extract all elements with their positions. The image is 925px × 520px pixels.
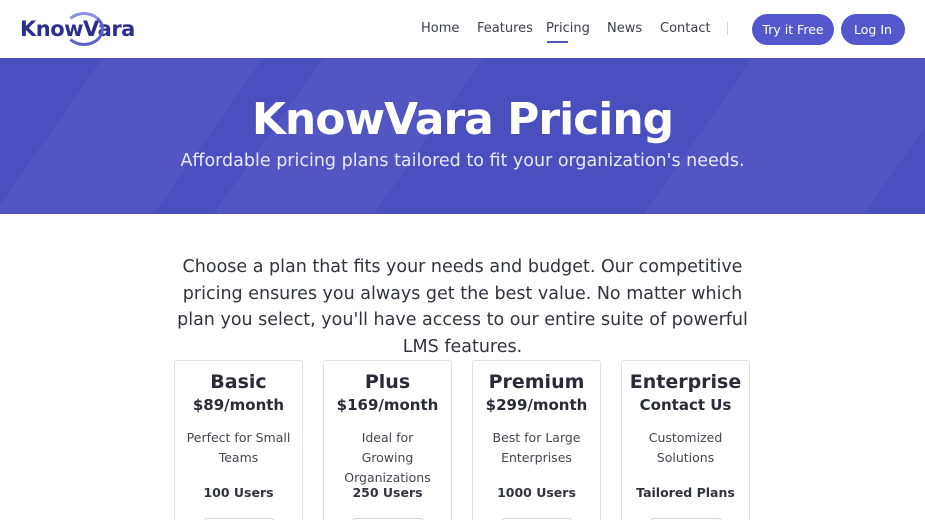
plan-users: 1000 Users	[497, 485, 576, 500]
site-header: KnowVara Home Features Pricing News Cont…	[0, 0, 925, 58]
plan-card-premium: Premium $299/month Best for Large Enterp…	[472, 360, 601, 520]
login-button[interactable]: Log In	[841, 14, 905, 45]
plan-name: Basic	[210, 371, 267, 393]
plan-price: $169/month	[336, 396, 439, 414]
plan-price: Contact Us	[639, 396, 732, 414]
logo[interactable]: KnowVara	[20, 12, 135, 46]
page-subtitle: Affordable pricing plans tailored to fit…	[180, 151, 745, 171]
plan-users: Tailored Plans	[636, 485, 735, 500]
nav-news[interactable]: News	[607, 21, 642, 36]
hero-banner: KnowVara Pricing Affordable pricing plan…	[0, 58, 925, 214]
nav-home[interactable]: Home	[421, 21, 459, 36]
plan-price: $299/month	[485, 396, 588, 414]
nav-contact[interactable]: Contact	[660, 21, 711, 36]
plan-description: Customized Solutions	[648, 430, 723, 465]
plan-description: Best for Large Enterprises	[492, 430, 581, 465]
plan-price: $89/month	[192, 396, 285, 414]
plan-users: 100 Users	[203, 485, 274, 500]
nav-divider	[727, 22, 728, 35]
plan-description: Perfect for Small Teams	[186, 430, 291, 465]
logo-ring-icon	[64, 12, 104, 46]
nav-features[interactable]: Features	[477, 21, 533, 36]
plan-name: Premium	[488, 371, 585, 393]
intro-paragraph: Choose a plan that fits your needs and b…	[177, 257, 748, 357]
page-title: KnowVara Pricing	[251, 94, 674, 145]
try-free-button[interactable]: Try it Free	[752, 14, 834, 45]
nav-pricing[interactable]: Pricing	[546, 21, 590, 43]
plan-name: Plus	[364, 371, 411, 393]
plan-users: 250 Users	[352, 485, 423, 500]
plan-card-enterprise: Enterprise Contact Us Customized Solutio…	[621, 360, 750, 520]
plan-description: Ideal for Growing Organizations	[344, 430, 431, 485]
plan-card-plus: Plus $169/month Ideal for Growing Organi…	[323, 360, 452, 520]
plan-name: Enterprise	[629, 371, 742, 393]
plan-card-basic: Basic $89/month Perfect for Small Teams …	[174, 360, 303, 520]
